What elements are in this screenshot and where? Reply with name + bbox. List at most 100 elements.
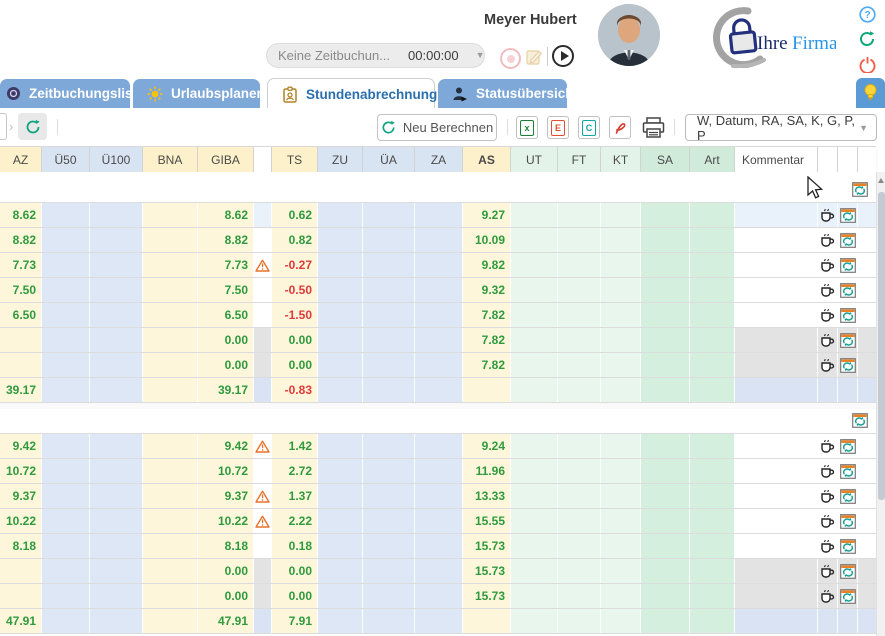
total-row[interactable]: 39.1739.17-0.83	[0, 378, 876, 403]
vertical-scrollbar[interactable]	[876, 172, 885, 636]
chevron-right-icon[interactable]: ›	[9, 119, 13, 134]
print-button[interactable]	[640, 114, 666, 140]
table-row[interactable]: 8.188.180.1815.73	[0, 534, 876, 559]
break-time-icon[interactable]	[818, 434, 838, 458]
recalculate-day-icon[interactable]	[838, 534, 858, 558]
recalculate-day-icon[interactable]	[838, 434, 858, 458]
break-time-icon[interactable]	[818, 253, 838, 277]
break-time-icon[interactable]	[818, 459, 838, 483]
break-time-icon[interactable]	[818, 328, 838, 352]
table-row[interactable]: 8.628.620.629.27	[0, 203, 876, 228]
help-icon[interactable]: ?	[857, 4, 877, 24]
table-row[interactable]: 0.000.0015.73	[0, 559, 876, 584]
tab-zeitbuchungsliste[interactable]: Zeitbuchungsliste	[0, 79, 130, 108]
total-row[interactable]: 47.9147.917.91	[0, 609, 876, 634]
table-row[interactable]: 9.379.371.3713.33	[0, 484, 876, 509]
record-stop-button[interactable]	[500, 48, 521, 69]
recalculate-button[interactable]: Neu Berechnen	[377, 114, 497, 141]
column-header-za[interactable]: ZA	[415, 147, 463, 173]
column-header-kom[interactable]: Kommentar	[735, 147, 818, 173]
column-header-zu[interactable]: ZU	[318, 147, 363, 173]
column-header-ic1[interactable]	[818, 147, 838, 173]
tab-stundenabrechnung[interactable]: Stundenabrechnung	[267, 78, 435, 109]
group-header-row[interactable]	[0, 409, 876, 434]
column-header-ic2[interactable]	[838, 147, 858, 173]
table-row[interactable]: 0.000.007.82	[0, 353, 876, 378]
column-header-kt[interactable]: KT	[601, 147, 641, 173]
scrollbar-thumb[interactable]	[878, 192, 885, 500]
column-header-bna[interactable]: BNA	[143, 147, 198, 173]
recalculate-day-icon[interactable]	[838, 459, 858, 483]
table-row[interactable]: 0.000.0015.73	[0, 584, 876, 609]
chevron-down-icon[interactable]: ▼	[468, 50, 494, 60]
cell-warning	[254, 278, 272, 302]
break-time-icon[interactable]	[818, 534, 838, 558]
recalculate-day-icon[interactable]	[838, 328, 858, 352]
break-time-icon[interactable]	[818, 278, 838, 302]
recalculate-day-icon[interactable]	[838, 353, 858, 377]
table-row[interactable]: 0.000.007.82	[0, 328, 876, 353]
table-row[interactable]: 9.429.421.429.24	[0, 434, 876, 459]
recalculate-day-icon[interactable]	[838, 203, 858, 227]
group-recalculate-icon[interactable]	[852, 182, 868, 202]
column-header-ua[interactable]: ÜA	[363, 147, 415, 173]
system-icons: ?	[857, 4, 879, 79]
booking-select[interactable]: Keine Zeitbuchun...	[267, 48, 399, 63]
nav-box-partial[interactable]	[0, 113, 7, 140]
column-header-art[interactable]: Art	[690, 147, 735, 173]
export-excel-button[interactable]: x	[516, 116, 538, 139]
clock-circle-icon	[6, 86, 21, 101]
break-time-icon[interactable]	[818, 353, 838, 377]
table-row[interactable]: 7.507.50-0.509.32	[0, 278, 876, 303]
user-avatar[interactable]	[598, 4, 660, 66]
recalculate-day-icon[interactable]	[838, 509, 858, 533]
break-time-icon[interactable]	[818, 509, 838, 533]
export-pdf-button[interactable]	[609, 116, 631, 139]
edit-booking-icon[interactable]	[524, 47, 544, 67]
refresh-grid-button[interactable]	[18, 113, 47, 140]
cell-kom	[735, 228, 818, 252]
recalculate-day-icon[interactable]	[838, 584, 858, 608]
column-header-sa[interactable]: SA	[641, 147, 690, 173]
scroll-up-arrow[interactable]	[878, 178, 884, 183]
recalculate-day-icon[interactable]	[838, 559, 858, 583]
recalculate-day-icon[interactable]	[838, 484, 858, 508]
break-time-icon[interactable]	[818, 228, 838, 252]
column-header-u100[interactable]: Ü100	[90, 147, 143, 173]
column-header-az[interactable]: AZ	[0, 147, 42, 173]
value-as: 7.82	[463, 333, 510, 347]
table-row[interactable]: 8.828.820.8210.09	[0, 228, 876, 253]
column-header-warning[interactable]	[254, 147, 272, 173]
break-time-icon[interactable]	[818, 584, 838, 608]
group-header-row[interactable]	[0, 178, 876, 203]
export-c-button[interactable]: C	[578, 116, 600, 139]
power-icon[interactable]	[857, 54, 877, 74]
column-header-u50[interactable]: Ü50	[42, 147, 90, 173]
column-header-ft[interactable]: FT	[558, 147, 601, 173]
break-time-icon[interactable]	[818, 303, 838, 327]
recalculate-day-icon[interactable]	[838, 253, 858, 277]
column-header-ut[interactable]: UT	[511, 147, 558, 173]
recalculate-day-icon[interactable]	[838, 303, 858, 327]
export-e-button[interactable]: E	[547, 116, 569, 139]
column-header-giba[interactable]: GIBA	[198, 147, 254, 173]
column-header-ts[interactable]: TS	[272, 147, 318, 173]
recalculate-day-icon[interactable]	[838, 228, 858, 252]
table-row[interactable]: 10.7210.722.7211.96	[0, 459, 876, 484]
table-row[interactable]: 6.506.50-1.507.82	[0, 303, 876, 328]
table-row[interactable]: 10.2210.222.2215.55	[0, 509, 876, 534]
group-recalculate-icon[interactable]	[852, 413, 868, 433]
refresh-icon[interactable]	[857, 29, 877, 49]
tab-urlaubsplaner[interactable]: Urlaubsplaner	[133, 79, 260, 108]
table-row[interactable]: 7.737.73-0.279.82	[0, 253, 876, 278]
play-button[interactable]	[552, 45, 574, 67]
time-tracker-widget[interactable]: Keine Zeitbuchun... 00:00:00 ▼	[266, 43, 485, 68]
lightbulb-button[interactable]	[856, 78, 885, 108]
tab-statusuebersicht[interactable]: Statusübersicht	[438, 79, 567, 108]
break-time-icon[interactable]	[818, 559, 838, 583]
break-time-icon[interactable]	[818, 484, 838, 508]
column-preset-dropdown[interactable]: W, Datum, RA, SA, K, G, P, P ▼	[685, 114, 877, 141]
recalculate-day-icon[interactable]	[838, 278, 858, 302]
column-header-as[interactable]: AS	[463, 147, 511, 173]
break-time-icon[interactable]	[818, 203, 838, 227]
